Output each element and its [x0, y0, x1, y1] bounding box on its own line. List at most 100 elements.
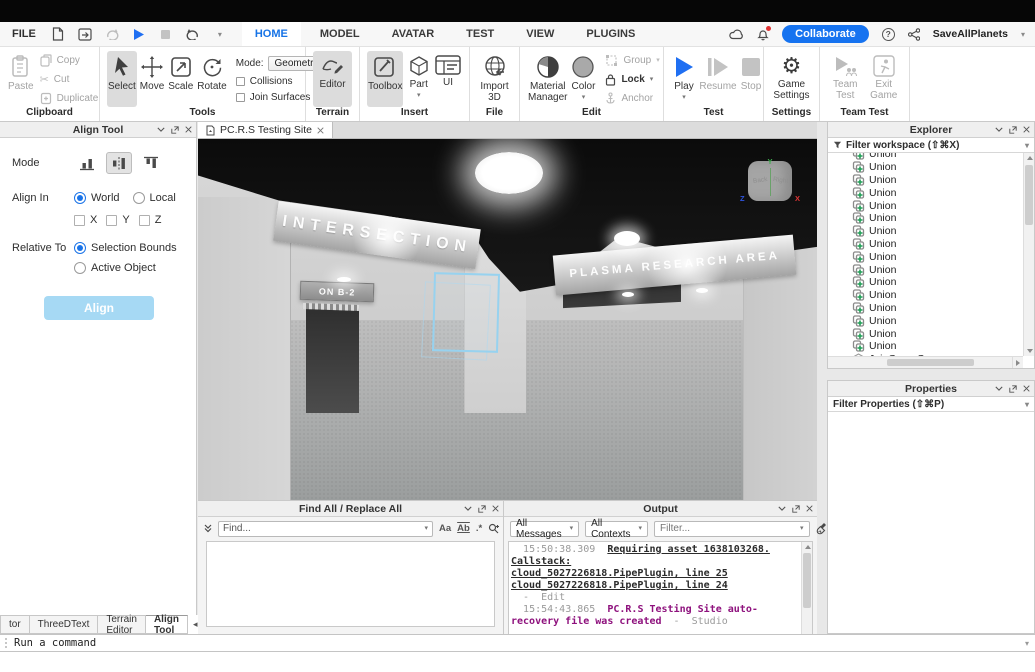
output-segment-link[interactable]: Requiring asset 1638103268.	[607, 544, 770, 555]
tree-item[interactable]: Union	[828, 263, 1034, 276]
scroll-right-icon[interactable]	[1012, 356, 1023, 368]
qat-dropdown-icon[interactable]: ▾	[212, 26, 228, 42]
axis-z-checkbox[interactable]: Z	[139, 214, 162, 226]
tab-tor[interactable]: tor	[0, 615, 30, 634]
selection-bounds-radio[interactable]: Selection Bounds	[74, 242, 177, 254]
output-filter-input[interactable]	[660, 523, 792, 534]
tab-model[interactable]: MODEL	[307, 22, 373, 46]
play-quick-icon[interactable]	[131, 26, 147, 42]
anchor-button[interactable]: Anchor	[602, 90, 662, 107]
collaborate-button[interactable]: Collaborate	[782, 25, 869, 43]
tab-avatar[interactable]: AVATAR	[379, 22, 448, 46]
command-dropdown-icon[interactable]: ▾	[1025, 639, 1035, 648]
close-icon[interactable]	[1023, 126, 1030, 133]
tree-item[interactable]: Union	[828, 199, 1034, 212]
tab-align-tool[interactable]: Align Tool	[146, 615, 188, 634]
match-case-button[interactable]: Aa	[439, 523, 451, 534]
viewcube-right-face[interactable]: Right	[772, 176, 788, 185]
ui-button[interactable]: UI	[434, 51, 462, 107]
tree-item[interactable]: Union	[828, 250, 1034, 263]
tab-view[interactable]: VIEW	[513, 22, 567, 46]
tree-item[interactable]: Union	[828, 238, 1034, 251]
collapse-chevron-icon[interactable]	[464, 506, 472, 511]
file-menu[interactable]: FILE	[0, 28, 50, 40]
tree-item[interactable]: Union	[828, 289, 1034, 302]
popout-icon[interactable]	[1009, 385, 1017, 393]
collapse-chevron-icon[interactable]	[995, 386, 1003, 391]
tree-item[interactable]: Union	[828, 225, 1034, 238]
active-object-radio[interactable]: Active Object	[74, 262, 156, 274]
collapse-chevron-icon[interactable]	[778, 506, 786, 511]
explorer-filter[interactable]: Filter workspace (⇧⌘X) ▾	[828, 138, 1034, 153]
select-tool-button[interactable]: Select	[107, 51, 137, 107]
close-icon[interactable]	[806, 505, 813, 512]
command-bar-grip[interactable]	[0, 638, 8, 648]
popout-icon[interactable]	[171, 126, 179, 134]
world-radio[interactable]: World	[74, 192, 120, 204]
copy-button[interactable]: Copy	[37, 52, 102, 69]
popout-icon[interactable]	[792, 505, 800, 513]
tab-close-icon[interactable]	[317, 127, 324, 134]
tab-terrain-editor[interactable]: Terrain Editor	[98, 615, 146, 634]
tree-item[interactable]: Union	[828, 302, 1034, 315]
properties-filter[interactable]: Filter Properties (⇧⌘P) ▾	[828, 397, 1034, 412]
terrain-editor-button[interactable]: Editor	[313, 51, 352, 107]
redo-icon[interactable]	[104, 26, 120, 42]
tree-item[interactable]: Union	[828, 161, 1034, 174]
publish-cloud-icon[interactable]	[729, 29, 744, 40]
viewport-tab[interactable]: PC.R.S Testing Site	[198, 122, 333, 138]
find-all-icon[interactable]	[488, 523, 499, 534]
tab-home[interactable]: HOME	[242, 22, 301, 46]
tab-threedtext[interactable]: ThreeDText	[30, 615, 99, 634]
team-test-button[interactable]: Team Test	[827, 51, 864, 107]
tree-item[interactable]: Union	[828, 174, 1034, 187]
color-dropdown-icon[interactable]: ▾	[582, 94, 586, 101]
popout-icon[interactable]	[478, 505, 486, 513]
part-dropdown-icon[interactable]: ▾	[417, 92, 421, 99]
scale-tool-button[interactable]: Scale	[167, 51, 194, 107]
help-icon[interactable]: ?	[882, 28, 895, 41]
stop-button[interactable]: Stop	[739, 51, 763, 107]
contexts-filter-dropdown[interactable]: All Contexts ▾	[585, 521, 648, 537]
game-settings-button[interactable]: ⚙ Game Settings	[771, 51, 812, 107]
output-segment-link[interactable]: Callstack:	[511, 556, 571, 567]
lock-button[interactable]: Lock ▾	[602, 71, 662, 88]
messages-filter-dropdown[interactable]: All Messages ▾	[510, 521, 579, 537]
tree-item[interactable]: Union	[828, 186, 1034, 199]
find-history-dropdown-icon[interactable]: ▾	[424, 525, 428, 532]
open-file-icon[interactable]	[77, 26, 93, 42]
account-name[interactable]: SaveAllPlanets	[933, 28, 1008, 40]
tab-plugins[interactable]: PLUGINS	[573, 22, 648, 46]
local-radio[interactable]: Local	[133, 192, 176, 204]
part-button[interactable]: Part ▾	[405, 51, 432, 107]
command-input[interactable]	[8, 637, 1025, 649]
align-min-mode-button[interactable]	[74, 152, 100, 174]
stop-quick-icon[interactable]	[158, 26, 174, 42]
close-icon[interactable]	[492, 505, 499, 512]
duplicate-button[interactable]: Duplicate	[37, 90, 102, 107]
viewcube-back-face[interactable]: Back	[753, 176, 768, 185]
whole-word-button[interactable]: Ab	[457, 523, 470, 534]
output-segment-link[interactable]: cloud_5027226818.PipePlugin, line 25	[511, 568, 728, 579]
collapse-chevron-icon[interactable]	[157, 127, 165, 132]
tree-item[interactable]: Union	[828, 153, 1034, 161]
move-tool-button[interactable]: Move	[139, 51, 165, 107]
close-icon[interactable]	[185, 126, 192, 133]
paste-button[interactable]: Paste	[7, 51, 35, 107]
account-dropdown-icon[interactable]: ▾	[1021, 30, 1025, 39]
tree-item[interactable]: Union	[828, 327, 1034, 340]
output-vertical-scrollbar[interactable]	[801, 542, 812, 646]
import-3d-button[interactable]: Import 3D	[477, 51, 512, 107]
tree-item[interactable]: Union	[828, 314, 1034, 327]
collapse-chevron-icon[interactable]	[995, 127, 1003, 132]
popout-icon[interactable]	[1009, 126, 1017, 134]
close-icon[interactable]	[1023, 385, 1030, 392]
exit-game-button[interactable]: Exit Game	[866, 51, 903, 107]
regex-button[interactable]: .*	[476, 523, 482, 534]
material-manager-button[interactable]: Material Manager	[527, 51, 568, 107]
tree-item[interactable]: Union	[828, 276, 1034, 289]
share-icon[interactable]	[908, 28, 920, 41]
align-center-mode-button[interactable]	[106, 152, 132, 174]
find-results-area[interactable]	[206, 541, 495, 627]
expand-replace-icon[interactable]	[204, 524, 212, 533]
